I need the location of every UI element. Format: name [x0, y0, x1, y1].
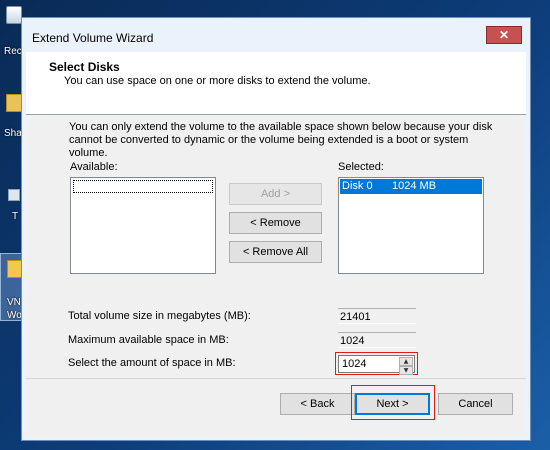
- amount-label: Select the amount of space in MB:: [68, 357, 236, 369]
- total-size-label: Total volume size in megabytes (MB):: [68, 310, 251, 322]
- spin-down-icon[interactable]: ▼: [399, 366, 413, 375]
- page-title: Select Disks: [49, 60, 120, 74]
- remove-button[interactable]: < Remove: [229, 212, 322, 234]
- add-button[interactable]: Add >: [229, 183, 322, 205]
- desktop-icon-label-line: VN: [7, 297, 21, 308]
- max-space-label: Maximum available space in MB:: [68, 334, 229, 346]
- wizard-footer: < Back Next > Cancel: [26, 379, 526, 437]
- amount-spinner[interactable]: 1024 ▲ ▼: [338, 355, 415, 375]
- close-button[interactable]: ✕: [486, 26, 522, 44]
- list-focus-row: [73, 180, 213, 193]
- recycle-bin-icon: [6, 6, 22, 24]
- selected-disks-list[interactable]: Disk 0 1024 MB: [338, 177, 484, 274]
- desktop-icon-label: Rec: [4, 46, 22, 57]
- wizard-body: You can only extend the volume to the av…: [26, 116, 526, 386]
- available-disks-list[interactable]: [70, 177, 216, 274]
- window-title: Extend Volume Wizard: [32, 31, 154, 45]
- title-bar[interactable]: Extend Volume Wizard ✕: [22, 18, 530, 52]
- next-button[interactable]: Next >: [355, 393, 430, 415]
- description-text: You can only extend the volume to the av…: [69, 121, 493, 159]
- page-subtitle: You can use space on one or more disks t…: [64, 75, 371, 87]
- back-button[interactable]: < Back: [280, 393, 355, 415]
- close-icon: ✕: [498, 28, 510, 42]
- file-icon: [8, 189, 20, 201]
- spin-up-icon[interactable]: ▲: [399, 357, 413, 366]
- desktop-icon-label: T: [12, 211, 19, 222]
- amount-input[interactable]: 1024: [342, 358, 366, 370]
- list-item[interactable]: Disk 0 1024 MB: [340, 179, 482, 194]
- disk-size: 1024 MB: [392, 180, 437, 192]
- total-size-value: 21401: [338, 308, 416, 324]
- max-space-value: 1024: [338, 332, 416, 348]
- desktop-icon-label: Sha: [4, 128, 22, 139]
- selected-label: Selected:: [338, 161, 384, 173]
- wizard-header: Select Disks You can use space on one or…: [26, 52, 526, 115]
- folder-icon: [6, 94, 22, 112]
- available-label: Available:: [70, 161, 118, 173]
- disk-name: Disk 0: [342, 180, 373, 192]
- extend-volume-wizard-window: Extend Volume Wizard ✕ Select Disks You …: [21, 17, 531, 441]
- remove-all-button[interactable]: < Remove All: [229, 241, 322, 263]
- cancel-button[interactable]: Cancel: [438, 393, 513, 415]
